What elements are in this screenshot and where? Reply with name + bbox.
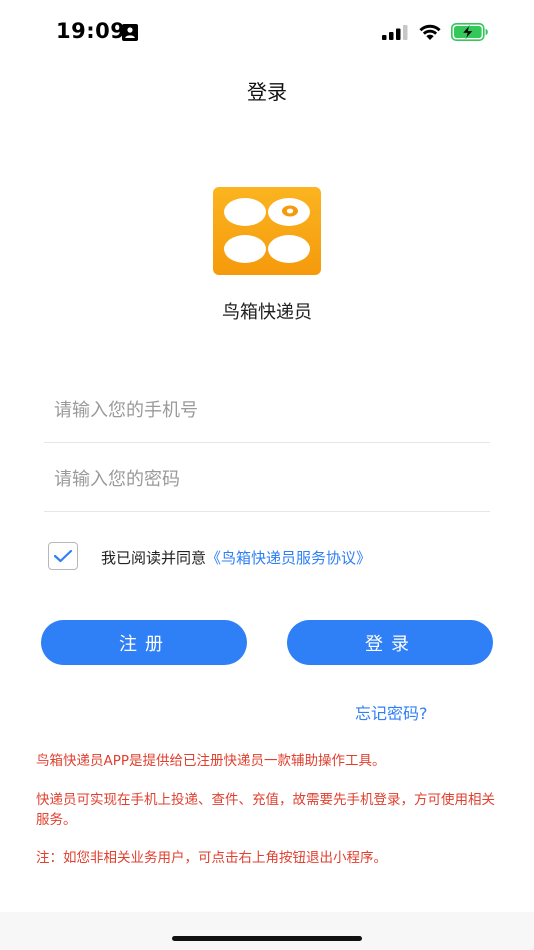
register-button[interactable]: 注册 <box>41 620 247 665</box>
id-card-icon <box>122 24 138 41</box>
agreement-row: 我已阅读并同意《鸟箱快递员服务协议》 <box>48 542 508 572</box>
agreement-label: 我已阅读并同意 <box>101 549 207 567</box>
phone-input[interactable] <box>52 392 486 428</box>
forgot-password-link[interactable]: 忘记密码? <box>355 700 428 724</box>
notice-text: 快递员可实现在手机上投递、查件、充值，故需要先手机登录，方可使用相关服务。 <box>36 792 495 828</box>
home-indicator[interactable] <box>172 936 362 941</box>
agreement-text: 我已阅读并同意《鸟箱快递员服务协议》 <box>101 547 371 568</box>
bottom-bar <box>0 912 534 950</box>
signal-icon <box>382 25 408 40</box>
checkmark-icon <box>53 549 73 563</box>
app-name: 鸟箱快递员 <box>222 302 312 323</box>
phone-field-row <box>44 374 490 443</box>
status-time: 19:09 <box>56 19 126 43</box>
page-title: 登录 <box>247 80 287 104</box>
password-field-row <box>44 443 490 512</box>
status-bar: 19:09 <box>0 0 534 62</box>
password-input[interactable] <box>52 461 486 497</box>
agreement-checkbox[interactable] <box>48 542 78 570</box>
agreement-link[interactable]: 《鸟箱快递员服务协议》 <box>206 549 371 567</box>
notice-text: 鸟箱快递员APP是提供给已注册快递员一款辅助操作工具。 <box>36 753 386 769</box>
battery-charging-icon <box>451 23 488 41</box>
app-logo-icon <box>213 187 321 275</box>
notice-text: 注：如您非相关业务用户，可点击右上角按钮退出小程序。 <box>36 850 387 866</box>
wifi-icon <box>419 24 441 40</box>
login-button[interactable]: 登录 <box>287 620 493 665</box>
